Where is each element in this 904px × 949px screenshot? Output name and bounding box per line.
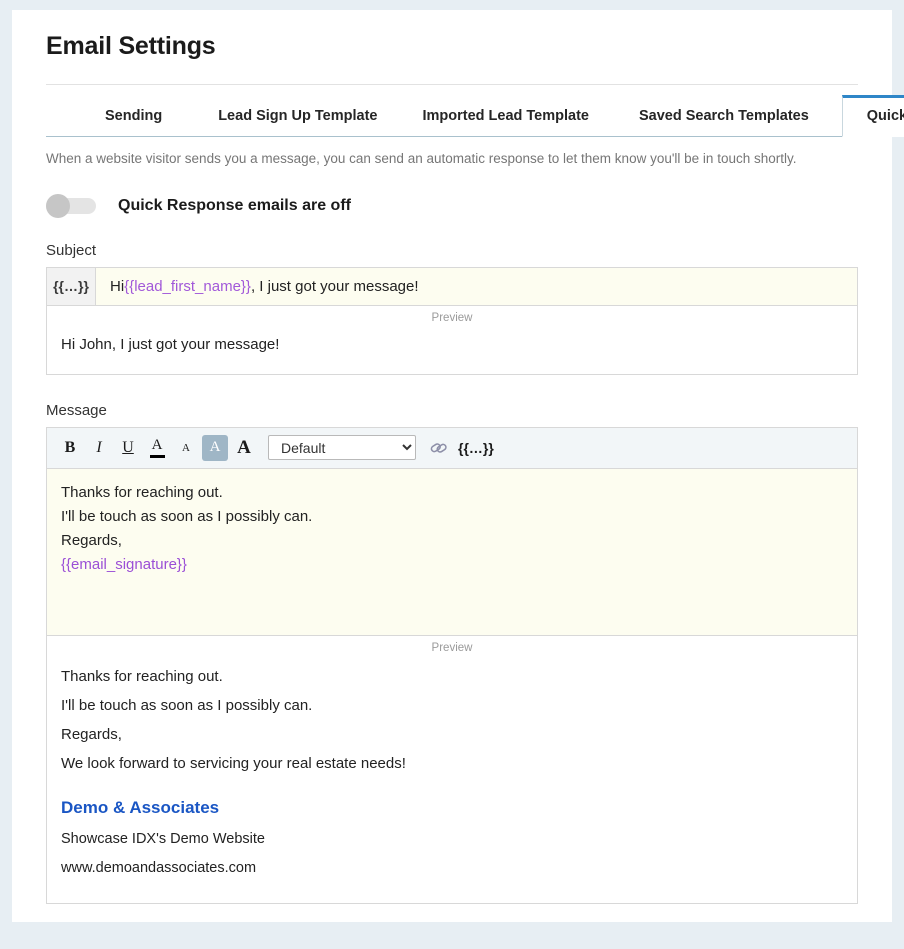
tab-imported-lead-template[interactable]: Imported Lead Template bbox=[422, 108, 589, 136]
subject-text-prefix: Hi bbox=[110, 277, 125, 295]
preview-line: We look forward to servicing your real e… bbox=[61, 754, 406, 772]
text-color-swatch bbox=[149, 454, 165, 458]
tab-sending[interactable]: Sending bbox=[105, 108, 162, 136]
subject-preview: Preview Hi John, I just got your message… bbox=[47, 306, 857, 374]
message-merge-token-button[interactable]: {{…}} bbox=[458, 440, 494, 456]
preview-line: Regards, bbox=[61, 725, 122, 743]
message-line: Regards, bbox=[61, 531, 122, 549]
decrease-font-size-button[interactable]: A bbox=[173, 435, 199, 461]
subject-panel: {{…}} Hi {{lead_first_name}}, I just got… bbox=[46, 266, 858, 375]
link-icon[interactable] bbox=[428, 437, 450, 459]
subject-text-suffix: , I just got your message! bbox=[250, 277, 419, 295]
text-color-letter: A bbox=[151, 436, 163, 453]
quick-response-toggle-row: Quick Response emails are off bbox=[46, 193, 870, 218]
subject-field-label: Subject bbox=[46, 241, 97, 259]
intro-description: When a website visitor sends you a messa… bbox=[46, 151, 797, 166]
message-merge-token: {{email_signature}} bbox=[61, 555, 187, 573]
increase-font-size-button[interactable]: A bbox=[231, 435, 257, 461]
preview-line: Thanks for reaching out. bbox=[61, 667, 223, 685]
bold-button[interactable]: B bbox=[57, 435, 83, 461]
signature-company-name: Demo & Associates bbox=[61, 797, 220, 817]
text-color-button[interactable]: A bbox=[144, 435, 170, 461]
subject-input-row[interactable]: {{…}} Hi {{lead_first_name}}, I just got… bbox=[47, 267, 857, 306]
page-title: Email Settings bbox=[46, 32, 216, 60]
quick-response-toggle-label: Quick Response emails are off bbox=[118, 196, 351, 214]
underline-button[interactable]: U bbox=[115, 435, 141, 461]
tab-lead-sign-up-template[interactable]: Lead Sign Up Template bbox=[218, 108, 377, 136]
message-line: Thanks for reaching out. bbox=[61, 483, 223, 501]
message-line: I'll be touch as soon as I possibly can. bbox=[61, 507, 313, 525]
message-editor[interactable]: Thanks for reaching out. I'll be touch a… bbox=[47, 468, 857, 636]
toggle-knob bbox=[46, 193, 70, 218]
signature-tagline: Showcase IDX's Demo Website bbox=[61, 830, 265, 847]
preview-line: I'll be touch as soon as I possibly can. bbox=[61, 696, 313, 714]
message-field-label: Message bbox=[46, 401, 107, 419]
message-preview: Preview Thanks for reaching out. I'll be… bbox=[47, 635, 857, 903]
subject-input[interactable]: Hi {{lead_first_name}}, I just got your … bbox=[96, 268, 419, 305]
quick-response-toggle[interactable] bbox=[46, 193, 96, 218]
tab-quick-responses[interactable]: Quick Responses bbox=[841, 95, 904, 137]
tab-saved-search-templates[interactable]: Saved Search Templates bbox=[639, 108, 809, 136]
message-panel: B I U A A A A Default {{…}} Thanks for r… bbox=[46, 426, 858, 904]
italic-button[interactable]: I bbox=[86, 435, 112, 461]
subject-merge-token: {{lead_first_name}} bbox=[124, 277, 251, 295]
subject-preview-label: Preview bbox=[431, 311, 473, 324]
signature-website: www.demoandassociates.com bbox=[61, 859, 257, 876]
message-preview-text: Thanks for reaching out. I'll be touch a… bbox=[47, 654, 857, 876]
email-settings-card: Email Settings Sending Lead Sign Up Temp… bbox=[12, 10, 904, 922]
tab-bar: Sending Lead Sign Up Template Imported L… bbox=[46, 85, 904, 137]
subject-preview-text: Hi John, I just got your message! bbox=[47, 323, 857, 369]
message-preview-label: Preview bbox=[431, 641, 473, 654]
font-family-select[interactable]: Default bbox=[268, 435, 416, 461]
editor-toolbar: B I U A A A A Default {{…}} bbox=[47, 427, 857, 469]
highlight-button[interactable]: A bbox=[202, 434, 228, 461]
subject-merge-token-button[interactable]: {{…}} bbox=[47, 267, 96, 305]
